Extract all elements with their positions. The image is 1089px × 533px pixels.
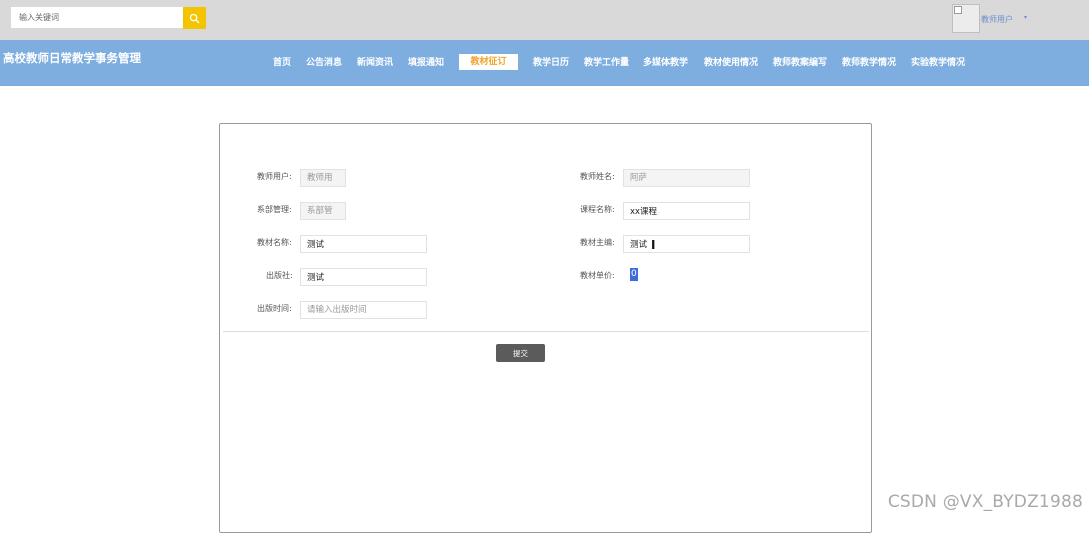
textbook-price-field[interactable]: 0	[630, 268, 638, 281]
nav-item-teaching-calendar[interactable]: 教学日历	[533, 55, 569, 71]
course-name-field[interactable]	[623, 202, 750, 220]
user-name[interactable]: 教师用户	[981, 14, 1013, 25]
nav-item-home[interactable]: 首页	[273, 55, 291, 71]
search-icon	[189, 13, 200, 23]
teacher-account-label: 教师用户:	[257, 172, 292, 181]
course-name-label: 课程名称:	[580, 205, 615, 214]
form-divider	[223, 331, 869, 332]
teacher-account-field[interactable]	[300, 169, 346, 187]
publish-time-label: 出版时间:	[257, 304, 292, 313]
site-title: 高校教师日常教学事务管理	[3, 51, 141, 65]
text-cursor-icon: I	[651, 238, 656, 252]
nav-item-lesson-plans[interactable]: 教师教案编写	[773, 55, 827, 71]
nav-item-lab-teaching[interactable]: 实验教学情况	[911, 55, 965, 71]
nav-item-textbook-usage[interactable]: 教材使用情况	[704, 55, 758, 71]
publisher-field[interactable]	[300, 268, 427, 286]
nav-item-teaching-workload[interactable]: 教学工作量	[584, 55, 629, 71]
teacher-name-field[interactable]	[623, 169, 750, 187]
watermark: CSDN @VX_BYDZ1988	[887, 492, 1083, 512]
main-nav: 高校教师日常教学事务管理 首页 公告消息 新闻资讯 填报通知 教材征订 教学日历…	[0, 40, 1089, 86]
nav-item-announcements[interactable]: 公告消息	[306, 55, 342, 71]
search-input[interactable]	[11, 7, 183, 28]
textbook-name-label: 教材名称:	[257, 238, 292, 247]
teacher-name-label: 教师姓名:	[580, 172, 615, 181]
department-label: 系部管理:	[257, 205, 292, 214]
textbook-name-field[interactable]	[300, 235, 427, 253]
search-button[interactable]	[183, 7, 206, 29]
top-bar: 教师用户 ▾	[0, 0, 1089, 40]
textbook-editor-field[interactable]	[623, 235, 750, 253]
textbook-editor-label: 教材主编:	[580, 238, 615, 247]
chevron-down-icon[interactable]: ▾	[1024, 14, 1027, 21]
nav-item-textbook-ordering[interactable]: 教材征订	[459, 54, 518, 70]
nav-item-multimedia-teaching[interactable]: 多媒体教学	[643, 55, 688, 71]
publisher-label: 出版社:	[266, 271, 293, 280]
nav-item-report-notices[interactable]: 填报通知	[408, 55, 444, 71]
publish-time-field[interactable]	[300, 301, 427, 319]
submit-button[interactable]: 提交	[496, 344, 545, 362]
avatar[interactable]	[952, 4, 980, 33]
department-field[interactable]	[300, 202, 346, 220]
textbook-price-label: 教材单价:	[580, 271, 615, 280]
nav-item-teaching-status[interactable]: 教师教学情况	[842, 55, 896, 71]
nav-item-news[interactable]: 新闻资讯	[357, 55, 393, 71]
